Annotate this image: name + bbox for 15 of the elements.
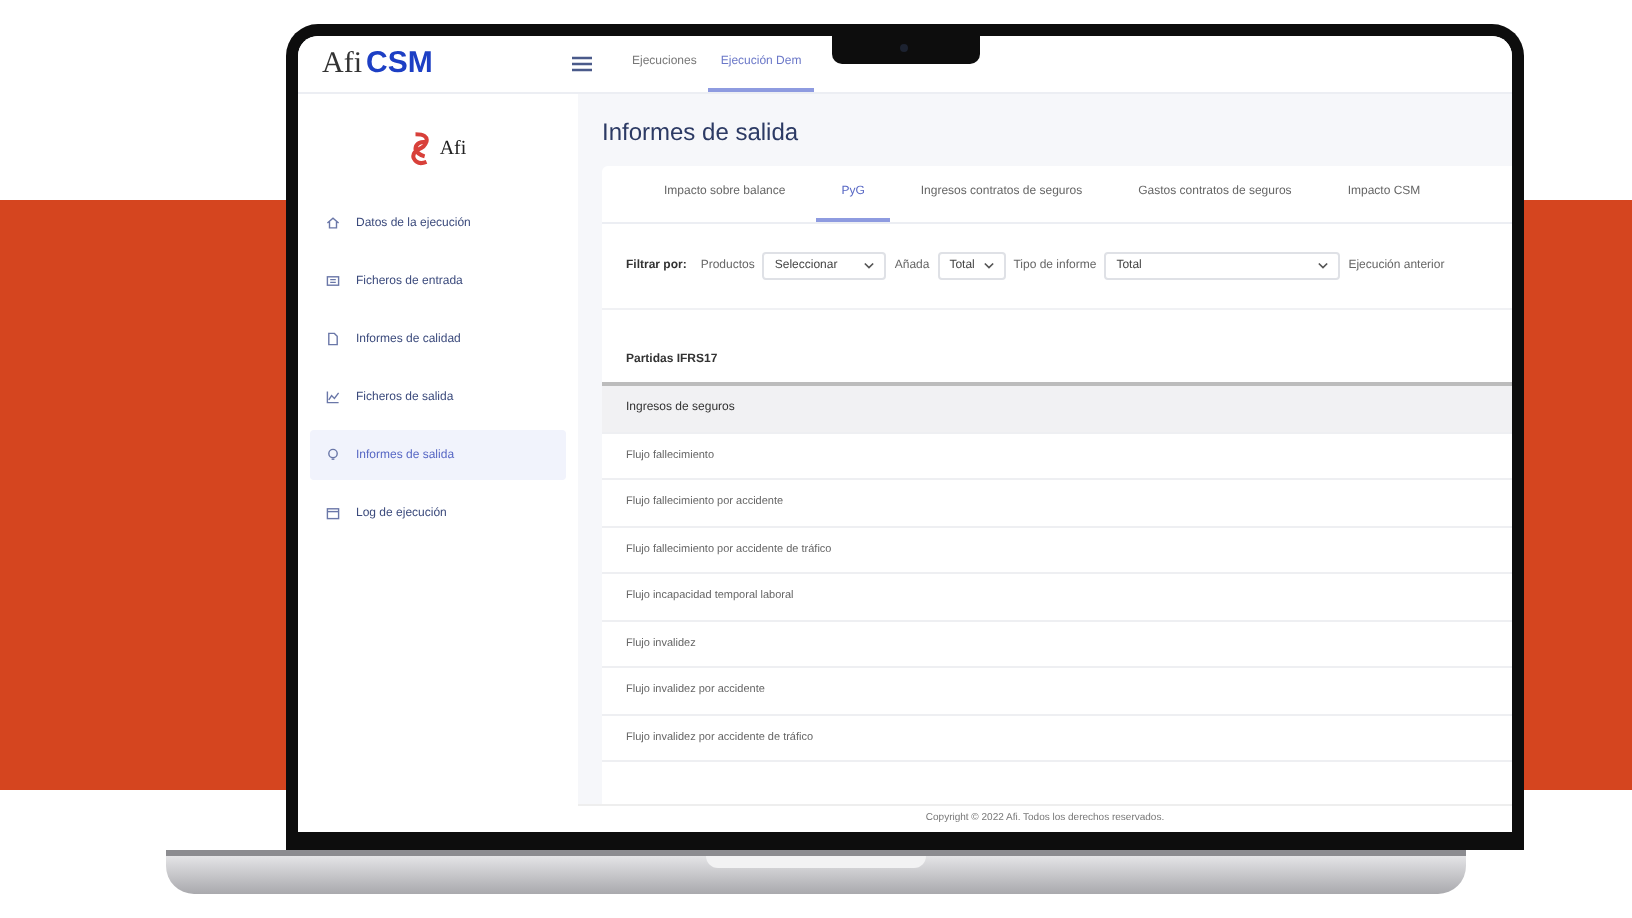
logo-name: CSM: [366, 46, 433, 80]
brand-name: Afi: [439, 137, 467, 159]
menu-icon[interactable]: [572, 56, 592, 72]
chevron-icon: [864, 262, 875, 270]
brand-logo-icon: [409, 129, 432, 167]
calendar-icon: [326, 506, 340, 520]
home-icon: [326, 216, 340, 230]
chart-icon: [326, 390, 340, 404]
list-icon: [326, 274, 340, 288]
bulb-icon: [326, 448, 340, 462]
logo-prefix: Afi: [322, 48, 362, 82]
chevron-icon: [983, 262, 994, 270]
page-title: Informes de salida: [602, 118, 801, 146]
document-icon: [326, 332, 340, 346]
chevron-icon: [1318, 262, 1329, 270]
